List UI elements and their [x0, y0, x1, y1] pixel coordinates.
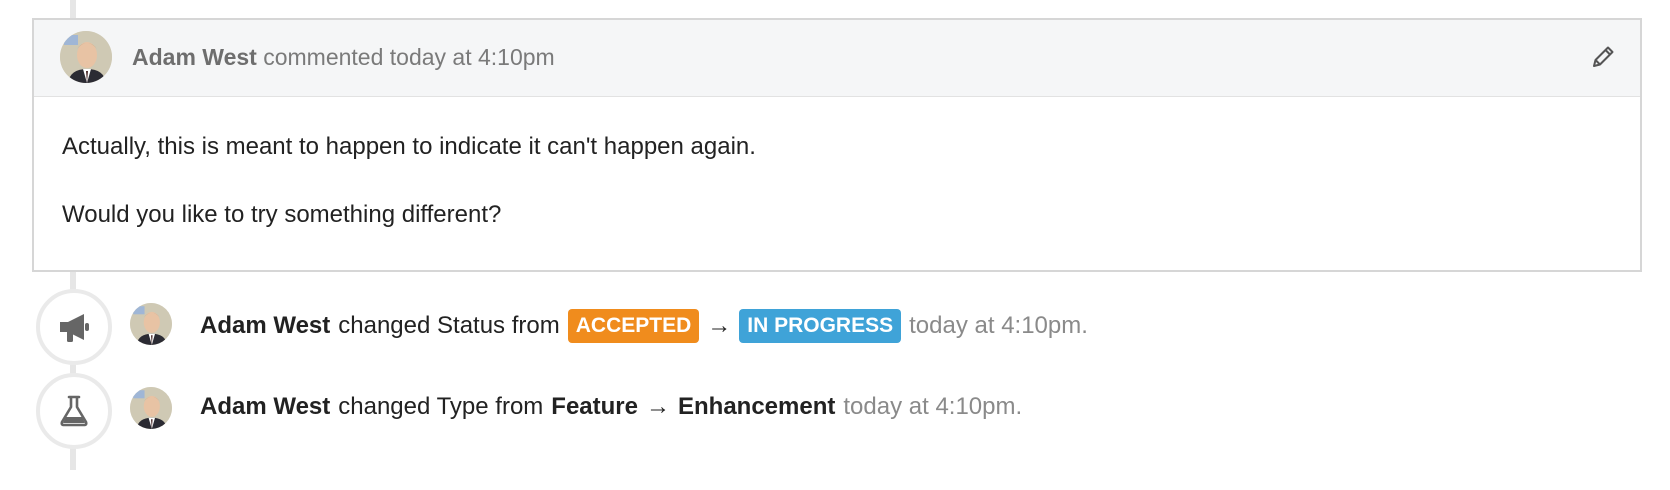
comment-author[interactable]: Adam West — [132, 44, 257, 70]
status-badge-from: ACCEPTED — [567, 309, 700, 343]
avatar[interactable] — [130, 387, 172, 429]
event-text: Adam West changed Status from ACCEPTED →… — [200, 309, 1088, 343]
edit-comment-button[interactable] — [1586, 40, 1620, 74]
avatar-image — [130, 303, 172, 345]
event-author[interactable]: Adam West — [200, 312, 330, 340]
arrow: → — [646, 393, 670, 420]
comment-paragraph: Actually, this is meant to happen to ind… — [62, 133, 756, 160]
type-to: Enhancement — [678, 393, 836, 420]
avatar[interactable] — [130, 303, 172, 345]
comment-action: commented today at 4:10pm — [263, 44, 555, 70]
megaphone-icon — [60, 314, 89, 342]
arrow: → — [707, 312, 732, 339]
pencil-icon — [1593, 46, 1614, 67]
comment-card: Adam West commented today at 4:10pm Actu… — [32, 18, 1642, 272]
event-author[interactable]: Adam West — [200, 393, 330, 421]
type-from: Feature — [551, 393, 638, 420]
status-badge-to: IN PROGRESS — [739, 309, 902, 343]
comment-header: Adam West commented today at 4:10pm — [34, 20, 1640, 97]
avatar-image — [60, 31, 112, 83]
event-icon-circle — [36, 373, 112, 449]
comment-meta: Adam West commented today at 4:10pm — [132, 44, 555, 71]
event-action: changed Status from — [338, 312, 560, 339]
event-action: changed Type from — [338, 393, 544, 420]
event-time: today at 4:10pm. — [909, 312, 1088, 339]
comment-paragraph: Would you like to try something differen… — [62, 201, 502, 228]
avatar[interactable] — [60, 31, 112, 83]
event-text: Adam West changed Type from Feature → En… — [200, 393, 1022, 421]
comment-body: Actually, this is meant to happen to ind… — [34, 97, 1640, 231]
type-change-event: Adam West changed Type from Feature → En… — [36, 373, 1636, 449]
flask-icon — [60, 395, 88, 427]
event-icon-circle — [36, 289, 112, 365]
event-time: today at 4:10pm. — [843, 393, 1023, 420]
avatar-image — [130, 387, 172, 429]
status-change-event: Adam West changed Status from ACCEPTED →… — [36, 289, 1636, 365]
